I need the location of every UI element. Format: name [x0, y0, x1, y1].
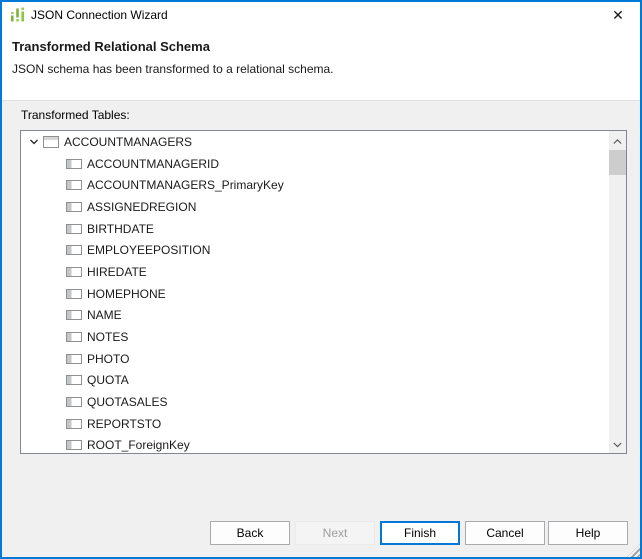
column-icon	[66, 158, 82, 169]
tree-item-label: NAME	[87, 308, 122, 323]
tree-item[interactable]: QUOTASALES	[21, 391, 609, 413]
tree-children: ACCOUNTMANAGERID ACCOUNTMANAGERS_Primary…	[21, 153, 609, 453]
tree-item-label: ACCOUNTMANAGERS_PrimaryKey	[87, 178, 284, 193]
column-icon	[66, 332, 82, 343]
window-title: JSON Connection Wizard	[31, 8, 168, 22]
tree-item[interactable]: QUOTA	[21, 370, 609, 392]
column-icon	[66, 245, 82, 256]
tree-item-label: EMPLOYEEPOSITION	[87, 243, 211, 258]
transformed-tables-label: Transformed Tables:	[21, 108, 130, 122]
column-icon	[66, 310, 82, 321]
tree-item-label: QUOTA	[87, 373, 129, 388]
json-connection-wizard-window: JSON Connection Wizard ✕ Transformed Rel…	[0, 0, 642, 559]
tree-item[interactable]: EMPLOYEEPOSITION	[21, 239, 609, 261]
finish-button[interactable]: Finish	[380, 521, 460, 545]
tree-item-label: ACCOUNTMANAGERID	[87, 156, 220, 171]
column-icon	[66, 418, 82, 429]
cancel-button[interactable]: Cancel	[465, 521, 545, 545]
app-equalizer-icon	[9, 6, 27, 24]
tree-item-label: QUOTASALES	[87, 395, 168, 410]
close-button[interactable]: ✕	[600, 1, 636, 29]
tree-view: ACCOUNTMANAGERS ACCOUNTMANAGERID ACCOUNT…	[21, 131, 609, 453]
chevron-down-icon[interactable]	[28, 136, 40, 148]
tree-item[interactable]: BIRTHDATE	[21, 218, 609, 240]
column-icon	[66, 288, 82, 299]
window-titlebar[interactable]: JSON Connection Wizard ✕	[0, 0, 642, 30]
tree-item[interactable]: ROOT_ForeignKey	[21, 435, 609, 453]
help-button[interactable]: Help	[548, 521, 628, 545]
tree-node-accountmanagers[interactable]: ACCOUNTMANAGERS	[21, 131, 609, 153]
column-icon	[66, 223, 82, 234]
scrollbar-thumb[interactable]	[609, 150, 626, 175]
scroll-up-button[interactable]	[609, 132, 626, 149]
next-button: Next	[295, 521, 375, 545]
tree-item[interactable]: NOTES	[21, 326, 609, 348]
page-subtitle: JSON schema has been transformed to a re…	[12, 62, 334, 76]
transformed-tables-tree: ACCOUNTMANAGERS ACCOUNTMANAGERID ACCOUNT…	[20, 130, 627, 454]
column-icon	[66, 201, 82, 212]
scroll-down-button[interactable]	[609, 435, 626, 452]
tree-item[interactable]: HOMEPHONE	[21, 283, 609, 305]
tree-item[interactable]: ASSIGNEDREGION	[21, 196, 609, 218]
column-icon	[66, 397, 82, 408]
column-icon	[66, 266, 82, 277]
tree-item[interactable]: ACCOUNTMANAGERID	[21, 153, 609, 175]
tree-item[interactable]: ACCOUNTMANAGERS_PrimaryKey	[21, 174, 609, 196]
tree-item-label: REPORTSTO	[87, 416, 162, 431]
tree-item[interactable]: NAME	[21, 305, 609, 327]
vertical-scrollbar[interactable]	[609, 131, 626, 453]
chevron-up-icon	[613, 132, 622, 150]
tree-item-label: HOMEPHONE	[87, 286, 166, 301]
tree-item-label: PHOTO	[87, 351, 130, 366]
tree-item-label: BIRTHDATE	[87, 221, 154, 236]
tree-item[interactable]: HIREDATE	[21, 261, 609, 283]
tree-item-label: ACCOUNTMANAGERS	[64, 134, 193, 149]
tree-item-label: NOTES	[87, 330, 129, 345]
close-icon: ✕	[612, 6, 624, 23]
table-icon	[43, 135, 59, 148]
tree-item[interactable]: PHOTO	[21, 348, 609, 370]
back-button[interactable]: Back	[210, 521, 290, 545]
column-icon	[66, 180, 82, 191]
tree-item-label: HIREDATE	[87, 264, 147, 279]
page-title: Transformed Relational Schema	[12, 39, 210, 54]
column-icon	[66, 375, 82, 386]
chevron-down-icon	[613, 435, 622, 453]
column-icon	[66, 353, 82, 364]
tree-item[interactable]: REPORTSTO	[21, 413, 609, 435]
tree-item-label: ROOT_ForeignKey	[87, 438, 190, 453]
tree-item-label: ASSIGNEDREGION	[87, 199, 197, 214]
column-icon	[66, 440, 82, 451]
